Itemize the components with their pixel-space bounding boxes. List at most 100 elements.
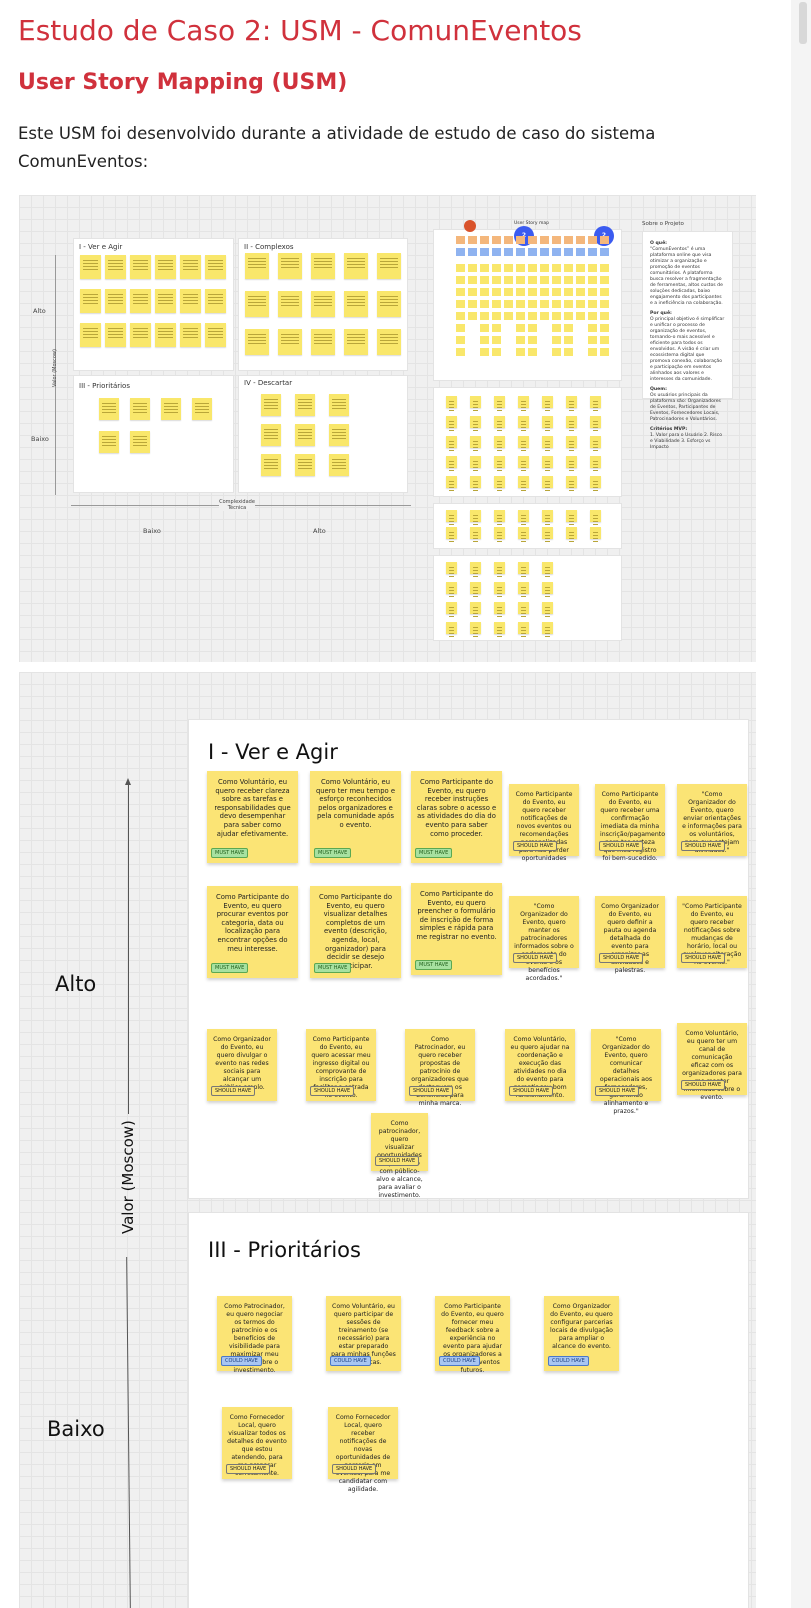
- map-card: [516, 348, 525, 356]
- map-card: [552, 236, 561, 244]
- map-card: [528, 348, 537, 356]
- map-card: [480, 288, 489, 296]
- overview-quadrant-3[interactable]: III - Prioritários: [73, 375, 234, 493]
- page-scrollbar[interactable]: [791, 0, 811, 1608]
- map-card: [576, 264, 585, 272]
- map-card: [492, 248, 501, 256]
- story-note[interactable]: Como Participante do Evento, eu quero vi…: [310, 886, 401, 978]
- mini-sticky: [518, 476, 529, 491]
- story-note[interactable]: "Como Organizador do Evento, quero envia…: [677, 784, 747, 856]
- story-note[interactable]: Como Participante do Evento, eu quero re…: [595, 784, 665, 862]
- overview-quadrant-4[interactable]: IV - Descartar: [238, 375, 408, 493]
- scrollbar-thumb[interactable]: [799, 2, 807, 44]
- map-card: [540, 248, 549, 256]
- release-frame-1[interactable]: [433, 387, 622, 497]
- story-note[interactable]: Como Participante do Evento, eu quero re…: [509, 784, 579, 862]
- usm-detail-board[interactable]: Valor (Moscow) Alto Baixo I - Ver e Agir…: [19, 672, 756, 1608]
- mini-sticky: [105, 255, 126, 279]
- story-note[interactable]: Como Voluntário, eu quero ter meu tempo …: [310, 771, 401, 863]
- mini-sticky: [446, 527, 457, 542]
- release-frame-3[interactable]: [433, 555, 622, 641]
- mini-sticky: [494, 510, 505, 525]
- side-section-text: Os usuários principais da plataforma são…: [650, 393, 721, 422]
- story-note[interactable]: Como Participante do Evento, eu quero ac…: [306, 1029, 376, 1101]
- story-note[interactable]: Como patrocinador, quero visualizar opor…: [371, 1113, 428, 1199]
- map-card: [456, 264, 465, 272]
- mini-sticky: [494, 456, 505, 471]
- mini-sticky: [99, 398, 119, 420]
- story-note[interactable]: Como Participante do Evento, eu quero re…: [411, 771, 502, 863]
- mini-sticky: [295, 394, 315, 416]
- mini-sticky: [295, 454, 315, 476]
- mini-sticky: [566, 396, 577, 411]
- mini-sticky: [205, 323, 226, 347]
- intro-text: Este USM foi desenvolvido durante a ativ…: [18, 124, 656, 171]
- quadrant-ver-e-agir[interactable]: I - Ver e Agir Como Voluntário, eu quero…: [188, 719, 749, 1199]
- mini-sticky: [105, 289, 126, 313]
- story-note[interactable]: Como Fornecedor Local, quero receber not…: [328, 1407, 398, 1493]
- mini-sticky: [130, 431, 150, 453]
- map-card: [564, 248, 573, 256]
- mini-sticky: [494, 622, 505, 637]
- story-note[interactable]: Como Participante do Evento, eu quero fo…: [435, 1296, 510, 1374]
- story-note[interactable]: Como Organizador do Evento, eu quero def…: [595, 896, 665, 974]
- story-text: Como Participante do Evento, eu quero vi…: [318, 893, 393, 970]
- overview-x-low: Baixo: [143, 527, 161, 535]
- priority-tag: SHOULD HAVE: [681, 953, 726, 963]
- story-note[interactable]: Como Voluntário, eu quero ajudar na coor…: [505, 1029, 575, 1101]
- story-note[interactable]: Como Voluntário, eu quero receber clarez…: [207, 771, 298, 863]
- story-note[interactable]: Como Voluntário, eu quero ter um canal d…: [677, 1023, 747, 1101]
- story-note[interactable]: Como Patrocinador, eu quero negociar os …: [217, 1296, 292, 1374]
- mini-sticky: [344, 329, 368, 355]
- map-card: [600, 324, 609, 332]
- map-card: [600, 288, 609, 296]
- mini-sticky: [295, 424, 315, 446]
- mini-sticky: [590, 476, 601, 491]
- usm-overview-board[interactable]: Alto Baixo Valor (Moscow) Complexidade T…: [19, 195, 756, 662]
- map-card: [492, 348, 501, 356]
- mini-sticky: [518, 582, 529, 597]
- overview-x-axis-label: Complexidade Técnica: [219, 499, 255, 511]
- story-text: Como Voluntário, eu quero receber clarez…: [214, 778, 291, 838]
- mini-sticky: [278, 291, 302, 317]
- overview-y-low: Baixo: [31, 435, 49, 443]
- mini-sticky: [377, 253, 401, 279]
- map-card: [468, 312, 477, 320]
- story-note[interactable]: Como Organizador do Evento, eu quero con…: [544, 1296, 619, 1371]
- quadrant-4-title: IV - Descartar: [244, 379, 293, 387]
- map-card: [528, 336, 537, 344]
- mini-sticky: [590, 456, 601, 471]
- mini-sticky: [278, 329, 302, 355]
- overview-quadrant-1[interactable]: I - Ver e Agir: [73, 238, 234, 371]
- story-note[interactable]: Como Participante do Evento, eu quero pr…: [411, 883, 502, 975]
- mini-sticky: [494, 436, 505, 451]
- map-card: [564, 324, 573, 332]
- mini-sticky: [542, 582, 553, 597]
- mini-sticky: [470, 527, 481, 542]
- quadrant-prioritarios[interactable]: III - Prioritários Como Patrocinador, eu…: [188, 1212, 749, 1608]
- map-card: [480, 348, 489, 356]
- story-note[interactable]: Como Organizador do Evento, eu quero div…: [207, 1029, 277, 1101]
- mini-sticky: [470, 582, 481, 597]
- story-note[interactable]: Como Participante do Evento, eu quero pr…: [207, 886, 298, 978]
- section-heading: User Story Mapping (USM): [18, 70, 348, 95]
- mini-sticky: [518, 396, 529, 411]
- map-card: [480, 264, 489, 272]
- map-card: [528, 236, 537, 244]
- story-note[interactable]: Como Patrocinador, eu quero receber prop…: [405, 1029, 475, 1107]
- release-frame-2[interactable]: [433, 503, 622, 549]
- mini-sticky: [99, 431, 119, 453]
- map-card: [600, 312, 609, 320]
- story-note[interactable]: Como Voluntário, eu quero participar de …: [326, 1296, 401, 1371]
- about-project-panel: O quê: “ComunEventos” é uma plataforma on…: [642, 231, 733, 450]
- mini-sticky: [278, 253, 302, 279]
- story-note[interactable]: "Como Organizador do Evento, quero mante…: [509, 896, 579, 982]
- mini-sticky: [329, 424, 349, 446]
- story-note[interactable]: "Como Participante do Evento, eu quero r…: [677, 896, 747, 968]
- story-map-frame[interactable]: User Story map 2 2: [433, 220, 622, 381]
- overview-quadrant-2[interactable]: II - Complexos: [238, 238, 408, 371]
- map-card: [564, 264, 573, 272]
- map-card: [492, 336, 501, 344]
- story-note[interactable]: Como Fornecedor Local, quero visualizar …: [222, 1407, 292, 1479]
- story-note[interactable]: "Como Organizador do Evento, quero comun…: [591, 1029, 661, 1115]
